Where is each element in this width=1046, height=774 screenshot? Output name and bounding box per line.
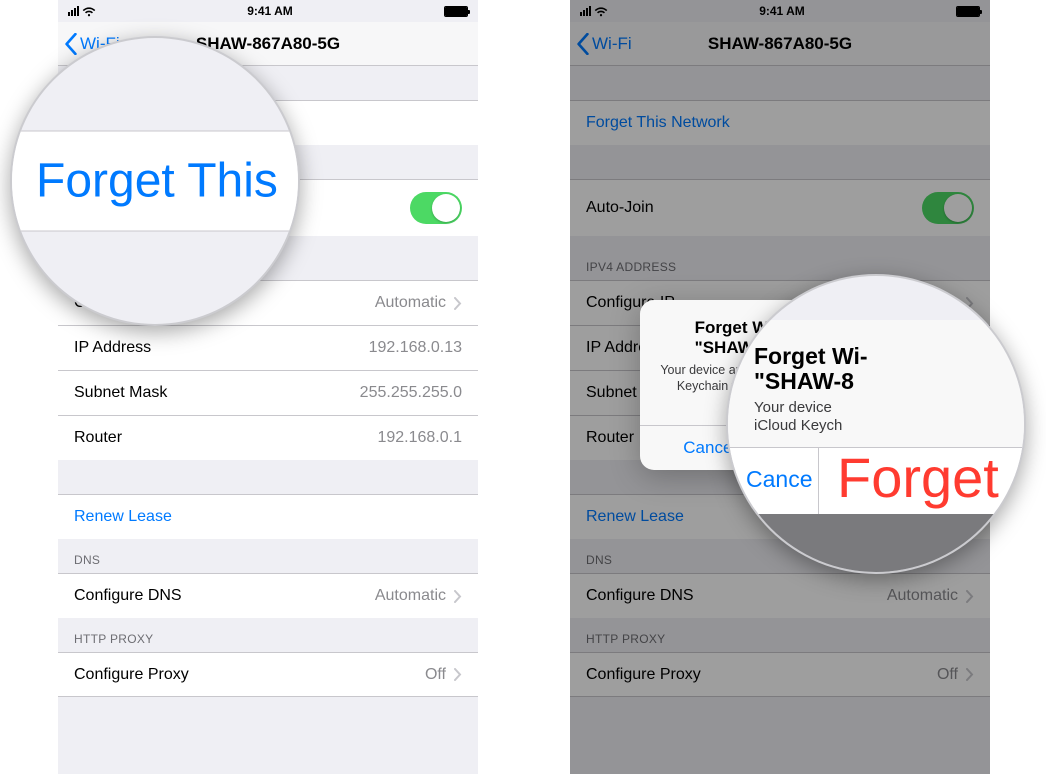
status-bar: 9:41 AM (570, 0, 990, 22)
cellular-signal-icon (68, 6, 79, 16)
renew-lease-label: Renew Lease (586, 508, 684, 526)
magnified-cancel-button: Cance (728, 448, 818, 514)
magnified-alert-msg-2: iCloud Keych (754, 417, 842, 434)
dns-header: DNS (58, 539, 478, 573)
nav-title: SHAW-867A80-5G (570, 34, 990, 54)
configure-dns-label: Configure DNS (74, 587, 182, 605)
auto-join-toggle[interactable] (922, 192, 974, 224)
configure-dns-value: Automatic (375, 587, 446, 605)
router-cell: Router 192.168.0.1 (58, 415, 478, 460)
proxy-header: HTTP PROXY (58, 618, 478, 652)
configure-dns-label: Configure DNS (586, 587, 694, 605)
configure-ip-value: Automatic (375, 294, 446, 312)
configure-dns-value: Automatic (887, 587, 958, 605)
battery-icon (956, 6, 980, 17)
magnified-alert-msg-1: Your device (754, 399, 832, 416)
chevron-left-icon (576, 33, 590, 55)
renew-lease-label: Renew Lease (74, 508, 172, 526)
back-button[interactable]: Wi-Fi (570, 33, 632, 55)
wifi-icon (594, 6, 608, 17)
magnifier-forget-button: Forget Wi- "SHAW-8 Your device iCloud Ke… (726, 274, 1026, 574)
renew-lease-cell[interactable]: Renew Lease (58, 494, 478, 539)
magnified-forget-button: Forget (818, 448, 999, 514)
configure-dns-cell[interactable]: Configure DNS Automatic (570, 573, 990, 618)
configure-proxy-label: Configure Proxy (74, 666, 189, 684)
status-time: 9:41 AM (247, 4, 293, 18)
configure-dns-cell[interactable]: Configure DNS Automatic (58, 573, 478, 618)
battery-icon (444, 6, 468, 17)
forget-network-label: Forget This Network (586, 114, 730, 132)
ip-address-value: 192.168.0.13 (369, 339, 462, 357)
subnet-mask-cell: Subnet Mask 255.255.255.0 (58, 370, 478, 415)
chevron-left-icon (64, 33, 78, 55)
ipv4-header: IPV4 ADDRESS (570, 236, 990, 280)
auto-join-label: Auto-Join (586, 199, 654, 217)
status-bar: 9:41 AM (58, 0, 478, 22)
configure-proxy-value: Off (425, 666, 446, 684)
configure-proxy-cell[interactable]: Configure Proxy Off (58, 652, 478, 697)
back-label: Wi-Fi (592, 34, 632, 54)
router-label: Router (74, 429, 122, 447)
chevron-right-icon (454, 297, 462, 310)
configure-proxy-cell[interactable]: Configure Proxy Off (570, 652, 990, 697)
magnified-alert-title-2: "SHAW-8 (754, 368, 854, 394)
auto-join-toggle[interactable] (410, 192, 462, 224)
router-value: 192.168.0.1 (377, 429, 462, 447)
status-time: 9:41 AM (759, 4, 805, 18)
chevron-right-icon (454, 590, 462, 603)
nav-bar: Wi-Fi SHAW-867A80-5G (570, 22, 990, 66)
subnet-mask-label: Subnet Mask (74, 384, 167, 402)
auto-join-cell: Auto-Join (570, 179, 990, 236)
forget-network-cell[interactable]: Forget This Network (570, 100, 990, 145)
magnifier-dark-strip (728, 514, 1024, 572)
configure-proxy-value: Off (937, 666, 958, 684)
chevron-right-icon (454, 668, 462, 681)
magnified-forget-label: Forget This (36, 155, 278, 208)
proxy-header: HTTP PROXY (570, 618, 990, 652)
chevron-right-icon (966, 668, 974, 681)
chevron-right-icon (966, 590, 974, 603)
magnifier-forget-this: Forget This (10, 36, 300, 326)
cellular-signal-icon (580, 6, 591, 16)
configure-proxy-label: Configure Proxy (586, 666, 701, 684)
ip-address-label: IP Address (74, 339, 151, 357)
subnet-mask-value: 255.255.255.0 (360, 384, 462, 402)
magnified-alert-title-1: Forget Wi- (754, 343, 868, 369)
ip-address-cell: IP Address 192.168.0.13 (58, 325, 478, 370)
router-label: Router (586, 429, 634, 447)
wifi-icon (82, 6, 96, 17)
